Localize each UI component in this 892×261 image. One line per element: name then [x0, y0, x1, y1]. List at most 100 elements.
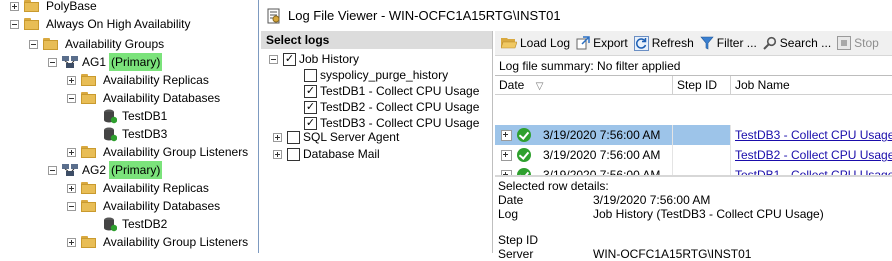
tree-node-ag1-replicas[interactable]: Availability Replicas — [67, 71, 209, 89]
row-step-id — [673, 125, 731, 145]
job1-checkbox[interactable]: ✓ — [304, 84, 317, 98]
search-button[interactable]: Search ... — [763, 36, 831, 50]
table-row[interactable]: 3/19/2020 7:56:00 AM TestDB3 - Collect C… — [495, 125, 892, 145]
load-log-button[interactable]: Load Log — [501, 36, 570, 50]
tree-node-ag1[interactable]: AG1 (Primary) — [48, 53, 163, 71]
tree-node-ag2-listeners[interactable]: Availability Group Listeners — [67, 233, 248, 251]
tree-label: Always On High Availability — [46, 17, 191, 31]
tree-label: AG2 — [82, 163, 107, 177]
row-job-link[interactable]: TestDB2 - Collect CPU Usage — [731, 148, 892, 162]
log-label: Database Mail — [303, 147, 380, 161]
folder-icon — [81, 146, 97, 158]
row-job-link[interactable]: TestDB3 - Collect CPU Usage — [731, 128, 892, 142]
column-header-job-name[interactable]: Job Name — [731, 76, 892, 94]
expand-icon[interactable] — [67, 147, 76, 157]
search-icon — [763, 36, 776, 50]
log-node-db-mail[interactable]: Database Mail — [273, 146, 380, 162]
details-server-value: WIN-OCFC1A15RTG\INST01 — [593, 247, 752, 261]
log-node-purge[interactable]: syspolicy_purge_history — [304, 67, 448, 83]
tree-node-ag2-replicas[interactable]: Availability Replicas — [67, 179, 209, 197]
collapse-icon[interactable] — [10, 19, 19, 29]
job-history-checkbox[interactable]: ✓ — [283, 52, 296, 66]
stop-label: Stop — [854, 36, 879, 50]
details-date-value: 3/19/2020 7:56:00 AM — [593, 193, 711, 207]
object-explorer-tree: PolyBase Always On High Availability Ava… — [0, 0, 258, 253]
tree-label: Availability Group Listeners — [103, 145, 249, 159]
search-label: Search ... — [779, 36, 832, 50]
job2-checkbox[interactable]: ✓ — [304, 100, 317, 114]
collapse-icon[interactable] — [67, 201, 76, 211]
tree-node-availability-groups[interactable]: Availability Groups — [29, 35, 164, 53]
column-job-name-label: Job Name — [735, 78, 790, 92]
collapse-icon[interactable] — [48, 57, 57, 67]
expand-icon[interactable] — [67, 237, 76, 247]
primary-badge: (Primary) — [109, 53, 163, 71]
details-server-label: Server — [498, 247, 534, 261]
log-node-job-history[interactable]: ✓ Job History — [269, 51, 359, 67]
tree-node-ag1-listeners[interactable]: Availability Group Listeners — [67, 143, 248, 161]
table-row[interactable]: 3/19/2020 7:56:00 AM TestDB2 - Collect C… — [495, 145, 892, 165]
expand-icon[interactable] — [273, 132, 282, 142]
expand-icon[interactable] — [273, 149, 282, 159]
tree-node-ag1-databases[interactable]: Availability Databases — [67, 89, 220, 107]
tree-label: Availability Replicas — [103, 73, 209, 87]
expand-icon[interactable] — [10, 1, 19, 11]
tree-label: TestDB3 — [122, 127, 168, 141]
expand-row-icon[interactable] — [501, 129, 512, 141]
column-header-date[interactable]: Date ▽ — [495, 76, 673, 94]
db-mail-checkbox[interactable] — [287, 147, 300, 161]
refresh-icon — [633, 35, 649, 51]
column-date-label: Date — [499, 78, 525, 92]
collapse-icon[interactable] — [67, 93, 76, 103]
availability-group-icon — [62, 56, 78, 68]
selected-row-details: Selected row details: Date 3/19/2020 7:5… — [495, 175, 892, 261]
log-node-job1[interactable]: ✓ TestDB1 - Collect CPU Usage — [304, 83, 479, 99]
refresh-button[interactable]: Refresh — [633, 35, 694, 51]
database-icon — [104, 127, 117, 141]
collapse-icon[interactable] — [269, 54, 278, 64]
tree-label: Availability Groups — [65, 37, 165, 51]
log-label: TestDB1 - Collect CPU Usage — [320, 84, 480, 98]
log-label: Job History — [299, 52, 360, 66]
tree-label: Availability Group Listeners — [103, 235, 249, 249]
purge-checkbox[interactable] — [304, 68, 317, 82]
export-label: Export — [593, 36, 628, 50]
expand-icon[interactable] — [67, 183, 76, 193]
expand-row-icon[interactable] — [501, 149, 512, 161]
filter-label: Filter ... — [716, 36, 757, 50]
load-log-label: Load Log — [520, 36, 571, 50]
details-log-label: Log — [498, 207, 519, 221]
tree-label: TestDB2 — [122, 217, 168, 231]
tree-node-always-on[interactable]: Always On High Availability — [10, 15, 191, 33]
tree-node-ag2-databases[interactable]: Availability Databases — [67, 197, 220, 215]
job3-checkbox[interactable]: ✓ — [304, 116, 317, 130]
log-file-viewer-window: Log File Viewer - WIN-OCFC1A15RTG\INST01… — [258, 0, 892, 261]
log-node-job2[interactable]: ✓ TestDB2 - Collect CPU Usage — [304, 99, 479, 115]
stop-button[interactable]: Stop — [837, 36, 879, 50]
sql-agent-checkbox[interactable] — [287, 130, 300, 144]
tree-node-testdb1[interactable]: TestDB1 — [103, 107, 167, 125]
collapse-icon[interactable] — [48, 165, 57, 175]
toolbar: Load Log Export Refresh Filter ... Searc… — [495, 31, 892, 56]
collapse-icon[interactable] — [29, 39, 38, 49]
folder-icon — [43, 38, 59, 50]
expand-icon[interactable] — [67, 75, 76, 85]
tree-label: Availability Replicas — [103, 181, 209, 195]
row-date: 3/19/2020 7:56:00 AM — [543, 128, 661, 142]
folder-icon — [24, 18, 40, 30]
tree-node-testdb2[interactable]: TestDB2 — [103, 215, 167, 233]
column-header-step-id[interactable]: Step ID — [673, 76, 731, 94]
row-date: 3/19/2020 7:56:00 AM — [543, 148, 661, 162]
filter-button[interactable]: Filter ... — [700, 36, 757, 50]
tree-node-ag2[interactable]: AG2 (Primary) — [48, 161, 163, 179]
folder-icon — [81, 236, 97, 248]
tree-node-testdb3[interactable]: TestDB3 — [103, 125, 167, 143]
export-button[interactable]: Export — [576, 36, 628, 50]
select-logs-pane: Select logs ✓ Job History syspolicy_purg… — [261, 31, 493, 253]
title-bar[interactable]: Log File Viewer - WIN-OCFC1A15RTG\INST01 — [259, 0, 892, 31]
open-folder-icon — [501, 38, 517, 49]
tree-node-polybase[interactable]: PolyBase — [10, 0, 97, 15]
log-node-sql-agent[interactable]: SQL Server Agent — [273, 129, 399, 145]
success-icon — [517, 128, 531, 142]
sort-icon: ▽ — [535, 81, 544, 92]
